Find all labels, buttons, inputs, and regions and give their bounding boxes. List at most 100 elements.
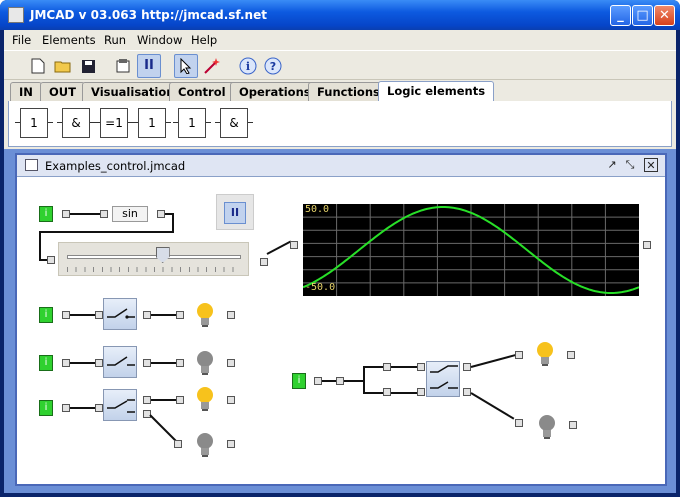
- scope-min-label: -50.0: [305, 282, 336, 293]
- palette-nor[interactable]: 1: [173, 101, 211, 145]
- source-block[interactable]: i: [39, 206, 53, 222]
- switch-block[interactable]: [103, 298, 137, 330]
- port[interactable]: [227, 311, 235, 319]
- port[interactable]: [176, 396, 184, 404]
- save-icon[interactable]: [76, 54, 100, 78]
- port[interactable]: [569, 421, 577, 429]
- tab-out[interactable]: OUT: [40, 82, 85, 102]
- port[interactable]: [567, 351, 575, 359]
- pause-button[interactable]: II: [224, 202, 246, 224]
- title-bar[interactable]: JMCAD v 03.063 http://jmcad.sf.net _ □ ✕: [0, 0, 680, 30]
- port[interactable]: [143, 359, 151, 367]
- tab-in[interactable]: IN: [10, 82, 42, 102]
- wire: [151, 362, 176, 364]
- palette-not[interactable]: 1: [133, 101, 171, 145]
- port[interactable]: [643, 241, 651, 249]
- app-icon: [8, 7, 24, 23]
- port[interactable]: [95, 404, 103, 412]
- port[interactable]: [62, 210, 70, 218]
- new-icon[interactable]: [26, 54, 50, 78]
- bulb-off-icon: [195, 350, 215, 376]
- port[interactable]: [227, 396, 235, 404]
- port[interactable]: [383, 388, 391, 396]
- close-button[interactable]: ✕: [654, 5, 675, 26]
- port[interactable]: [417, 363, 425, 371]
- port[interactable]: [314, 377, 322, 385]
- tab-operations[interactable]: Operations: [230, 82, 320, 102]
- port[interactable]: [100, 210, 108, 218]
- open-icon[interactable]: [51, 54, 75, 78]
- diagram-canvas[interactable]: i sin II 50.0 -50.0 i i i i: [17, 178, 665, 484]
- port[interactable]: [463, 363, 471, 371]
- port[interactable]: [62, 311, 70, 319]
- source-block[interactable]: i: [39, 355, 53, 371]
- source-block[interactable]: i: [39, 400, 53, 416]
- port[interactable]: [227, 440, 235, 448]
- palette-buffer[interactable]: 1: [15, 101, 53, 145]
- edit-wand-icon[interactable]: [200, 54, 224, 78]
- port[interactable]: [227, 359, 235, 367]
- iconify-icon[interactable]: ↗: [605, 158, 619, 172]
- port[interactable]: [143, 396, 151, 404]
- palette-and[interactable]: &: [57, 101, 95, 145]
- switch-block[interactable]: [103, 346, 137, 378]
- port[interactable]: [290, 241, 298, 249]
- port[interactable]: [62, 404, 70, 412]
- bulb-on-icon: [195, 386, 215, 412]
- help-icon[interactable]: ?: [261, 54, 285, 78]
- minimize-button[interactable]: _: [610, 5, 631, 26]
- sin-block[interactable]: sin: [112, 206, 148, 222]
- port[interactable]: [47, 256, 55, 264]
- slider-track: [67, 255, 241, 259]
- oscilloscope: 50.0 -50.0: [302, 204, 640, 296]
- double-switch-block[interactable]: [426, 361, 460, 397]
- port[interactable]: [336, 377, 344, 385]
- palette-xor[interactable]: =1: [95, 101, 133, 145]
- wire: [470, 354, 516, 368]
- menu-window[interactable]: Window: [137, 33, 182, 47]
- port[interactable]: [157, 210, 165, 218]
- properties-icon[interactable]: [111, 54, 135, 78]
- port[interactable]: [95, 359, 103, 367]
- port[interactable]: [176, 311, 184, 319]
- source-block[interactable]: i: [292, 373, 306, 389]
- slider-thumb[interactable]: [155, 247, 170, 263]
- port[interactable]: [260, 258, 268, 266]
- wire: [363, 392, 383, 394]
- port[interactable]: [176, 359, 184, 367]
- port[interactable]: [463, 388, 471, 396]
- wire: [70, 407, 95, 409]
- slider-block[interactable]: [58, 242, 249, 276]
- tab-logic-elements[interactable]: Logic elements: [378, 81, 495, 102]
- tab-control[interactable]: Control: [169, 82, 235, 102]
- diagram-title-bar[interactable]: Examples_control.jmcad ↗ ⤡ ✕: [17, 155, 665, 177]
- maximize-button[interactable]: □: [632, 5, 653, 26]
- changeover-switch-block[interactable]: [103, 389, 137, 421]
- wire: [172, 213, 174, 233]
- tab-functions[interactable]: Functions: [308, 82, 389, 102]
- menu-help[interactable]: Help: [191, 33, 217, 47]
- menu-elements[interactable]: Elements: [42, 33, 96, 47]
- port[interactable]: [174, 440, 182, 448]
- pause-icon[interactable]: II: [137, 54, 161, 78]
- wire: [39, 231, 174, 233]
- palette-nand[interactable]: &: [215, 101, 253, 145]
- port[interactable]: [515, 351, 523, 359]
- close-diagram-icon[interactable]: ✕: [644, 158, 658, 172]
- menu-run[interactable]: Run: [104, 33, 126, 47]
- port[interactable]: [417, 388, 425, 396]
- port[interactable]: [143, 311, 151, 319]
- bulb-off-icon: [195, 432, 215, 458]
- port[interactable]: [62, 359, 70, 367]
- wire: [151, 314, 176, 316]
- info-icon[interactable]: i: [236, 54, 260, 78]
- port[interactable]: [515, 419, 523, 427]
- restore-icon[interactable]: ⤡: [623, 158, 637, 172]
- select-arrow-icon[interactable]: [174, 54, 198, 78]
- port[interactable]: [95, 311, 103, 319]
- port[interactable]: [383, 363, 391, 371]
- menu-file[interactable]: File: [12, 33, 31, 47]
- bulb-off-icon: [537, 414, 557, 440]
- menu-bar: File Elements Run Window Help: [4, 30, 676, 49]
- source-block[interactable]: i: [39, 307, 53, 323]
